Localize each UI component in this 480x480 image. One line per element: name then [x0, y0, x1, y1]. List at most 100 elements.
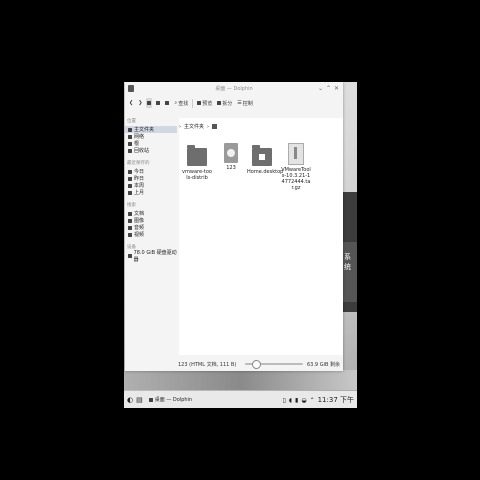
zoom-slider-handle[interactable]	[252, 360, 261, 369]
sidebar-item-network[interactable]: 网络	[125, 133, 177, 140]
icons-view-button[interactable]	[146, 98, 153, 108]
breadcrumb[interactable]: › 主文件夹 ›	[179, 123, 218, 130]
minimize-button[interactable]: ⌄	[318, 85, 323, 92]
file-name: VMwareTools-10.3.21-14772444.tar.gz	[281, 167, 311, 191]
calendar-icon	[128, 183, 132, 188]
home-icon	[128, 127, 132, 132]
breadcrumb-separator: ›	[179, 123, 181, 130]
titlebar[interactable]: 桌面 — Dolphin ⌄ ⌃ ✕	[125, 82, 343, 95]
sidebar-section-title: 最近保存的	[127, 161, 150, 166]
dolphin-window: 桌面 — Dolphin ⌄ ⌃ ✕ ❮ ❯ ⌕ 查找 预览 拆分 ☰ 控制 位…	[125, 82, 343, 371]
back-button[interactable]: ❮	[128, 98, 134, 108]
control-label: 控制	[242, 100, 253, 107]
split-icon	[217, 101, 222, 105]
network-icon[interactable]: ◒	[301, 397, 306, 404]
desktop-wallpaper-shape	[124, 370, 357, 390]
file-item-vmwaretools-archive[interactable]: VMwareTools-10.3.21-14772444.tar.gz	[281, 143, 311, 191]
sidebar-item-label: 上月	[134, 190, 145, 196]
sidebar-item-home[interactable]: 主文件夹	[125, 126, 177, 133]
sidebar-section-title: 搜索	[127, 203, 136, 208]
preview-label: 预览	[202, 100, 213, 107]
split-label: 拆分	[222, 100, 233, 107]
sidebar-item-label: 图像	[134, 218, 145, 224]
desktop-label: 系统	[344, 253, 351, 271]
html-file-icon	[224, 143, 238, 163]
menu-icon: ☰	[237, 100, 242, 106]
file-name: vmware-tools-distrib	[182, 169, 212, 181]
document-icon	[128, 211, 132, 216]
compact-view-icon	[156, 101, 161, 105]
search-button[interactable]: ⌕ 查找	[173, 98, 189, 108]
dolphin-app-icon	[148, 397, 153, 402]
image-icon	[128, 218, 132, 223]
status-text: 123 (HTML 文档, 111 B)	[178, 361, 237, 368]
close-button[interactable]: ✕	[334, 85, 339, 92]
sidebar-item-this-week[interactable]: 本周	[125, 182, 177, 189]
statusbar: 123 (HTML 文档, 111 B) 63.9 GiB 剩余	[125, 358, 343, 370]
sidebar-section-title: 位置	[127, 119, 136, 124]
file-name: Home.desktop	[247, 169, 284, 175]
search-icon: ⌕	[174, 100, 178, 106]
clock[interactable]: 11:37 下午	[318, 395, 354, 405]
file-item-123[interactable]: 123	[216, 143, 246, 171]
audio-icon	[128, 225, 132, 230]
sidebar-item-video[interactable]: 视频	[125, 231, 177, 238]
split-button[interactable]: 拆分	[216, 98, 233, 108]
breadcrumb-file-icon[interactable]	[212, 124, 218, 129]
icons-view-icon	[147, 101, 152, 105]
compact-view-button[interactable]	[155, 98, 161, 108]
maximize-button[interactable]: ⌃	[326, 85, 331, 92]
application-launcher-icon[interactable]: ◐	[127, 396, 133, 404]
search-label: 查找	[178, 100, 189, 107]
details-view-button[interactable]	[164, 98, 170, 108]
free-space-label: 63.9 GiB 剩余	[306, 362, 340, 368]
window-title: 桌面 — Dolphin	[215, 86, 253, 92]
sidebar-item-documents[interactable]: 文档	[125, 210, 177, 217]
network-icon	[128, 134, 132, 139]
file-item-vmware-tools-distrib[interactable]: vmware-tools-distrib	[182, 145, 212, 181]
video-icon	[128, 232, 132, 237]
folder-icon	[128, 141, 132, 146]
taskbar-window-dolphin[interactable]: 桌面 — Dolphin	[148, 396, 192, 403]
trash-icon	[128, 148, 132, 153]
breadcrumb-home[interactable]: 主文件夹	[184, 123, 204, 130]
sidebar-item-label: 视频	[134, 232, 145, 238]
sidebar-item-label: 78.0 GiB 硬盘驱动器	[133, 249, 177, 263]
sidebar-item-today[interactable]: 今日	[125, 168, 177, 175]
sidebar-item-label: 主文件夹	[134, 127, 155, 133]
sidebar-item-yesterday[interactable]: 昨日	[125, 175, 177, 182]
calendar-icon	[128, 176, 132, 181]
file-name: 123	[226, 165, 236, 171]
file-manager-icon[interactable]: ▤	[136, 396, 143, 404]
breadcrumb-separator: ›	[207, 123, 210, 130]
drive-icon	[128, 253, 132, 258]
tray-expand-icon[interactable]: ⌃	[310, 397, 315, 404]
forward-button[interactable]: ❯	[137, 98, 143, 108]
sidebar-item-label: 文档	[134, 211, 145, 217]
home-folder-icon	[252, 145, 272, 166]
preview-icon	[197, 101, 202, 105]
sidebar-item-label: 音频	[134, 225, 145, 231]
notifications-icon[interactable]: ▮	[295, 397, 298, 404]
volume-icon[interactable]: ◖	[289, 397, 292, 404]
archive-icon	[288, 143, 304, 165]
system-tray: ▯ ◖ ▮ ◒ ⌃ 11:37 下午	[283, 395, 354, 405]
sidebar-item-label: 本周	[134, 183, 145, 189]
sidebar-item-label: 昨日	[134, 176, 145, 182]
toolbar: ❮ ❯ ⌕ 查找 预览 拆分 ☰ 控制	[125, 96, 346, 110]
sidebar-item-audio[interactable]: 音频	[125, 224, 177, 231]
desktop-wallpaper-shape	[343, 242, 357, 302]
sidebar-item-label: 今日	[134, 169, 145, 175]
file-item-home-desktop[interactable]: Home.desktop	[247, 145, 284, 175]
sidebar-item-label: 根	[134, 141, 140, 147]
sidebar-item-images[interactable]: 图像	[125, 217, 177, 224]
clipboard-icon[interactable]: ▯	[283, 397, 286, 404]
details-view-icon	[165, 101, 170, 105]
control-menu-button[interactable]: ☰ 控制	[236, 98, 254, 108]
sidebar-item-last-month[interactable]: 上月	[125, 189, 177, 196]
preview-button[interactable]: 预览	[196, 98, 213, 108]
sidebar-item-label: 网络	[134, 134, 145, 140]
sidebar-item-trash[interactable]: 回收站	[125, 147, 177, 154]
sidebar-item-root[interactable]: 根	[125, 140, 177, 147]
sidebar-item-hard-drive[interactable]: 78.0 GiB 硬盘驱动器	[125, 250, 177, 263]
